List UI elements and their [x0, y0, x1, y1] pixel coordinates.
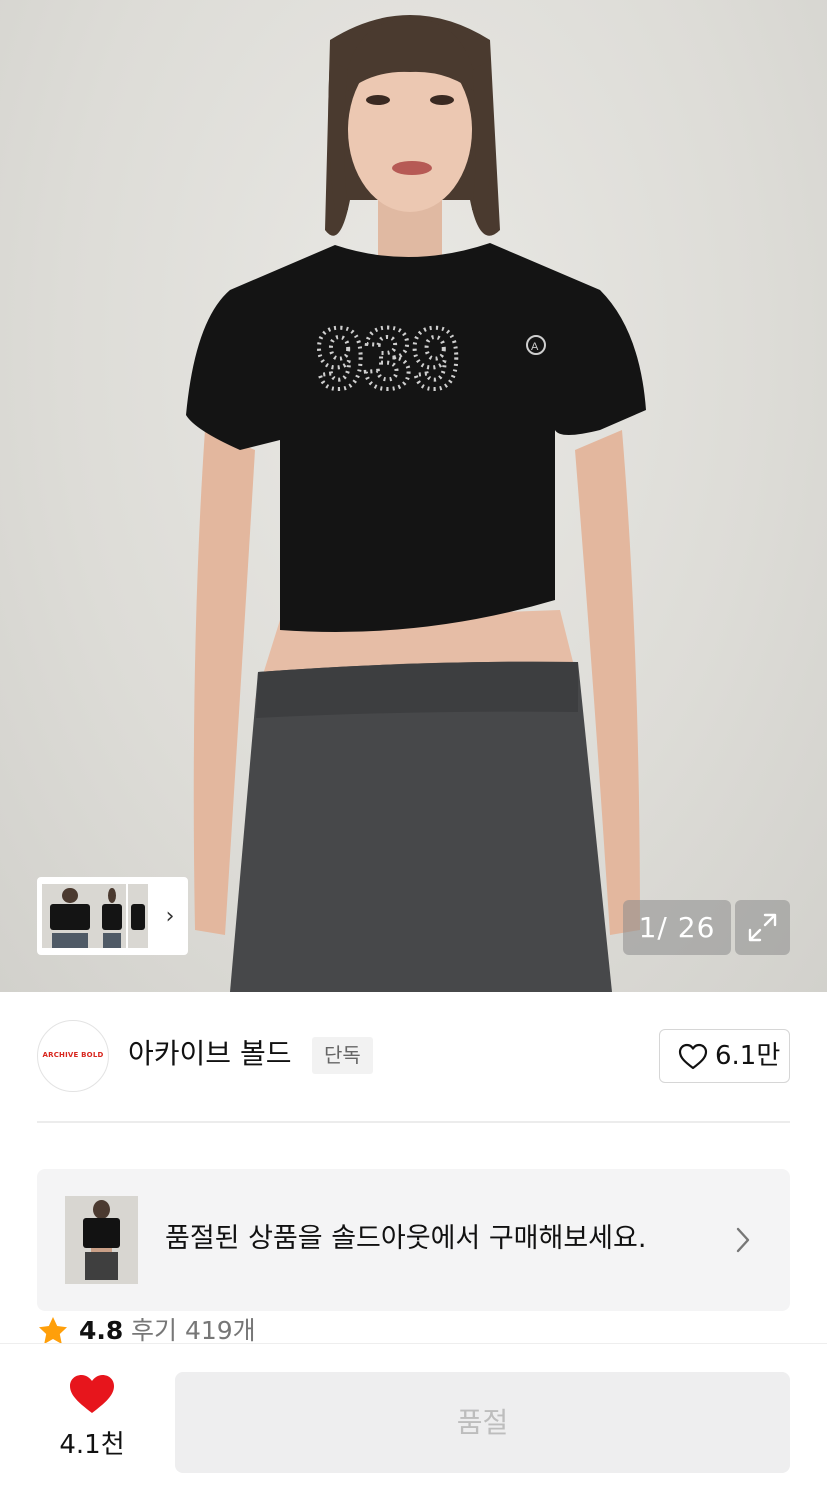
- product-detail-page: 939 A › 1/ 26 ARCHIVE BOLD 아카이브 볼드 단독 6.…: [0, 0, 827, 1500]
- banner-text: 품절된 상품을 솔드아웃에서 구매해보세요.: [165, 1223, 647, 1254]
- thumbnail-2[interactable]: [98, 884, 126, 948]
- svg-text:939: 939: [316, 311, 460, 407]
- brand-like-count: 6.1만: [715, 1041, 781, 1071]
- bottom-action-bar: 4.1천 품절: [0, 1343, 827, 1500]
- svg-text:A: A: [531, 341, 539, 353]
- expand-arrows-icon: [748, 913, 777, 942]
- soldout-button[interactable]: 품절: [175, 1372, 790, 1473]
- thumbnail-1[interactable]: [42, 884, 98, 948]
- thumbnail-3[interactable]: [128, 884, 148, 948]
- product-photo: 939 A: [186, 15, 646, 992]
- expand-image-button[interactable]: [735, 900, 790, 955]
- exclusive-badge: 단독: [312, 1037, 373, 1074]
- brand-like-button[interactable]: 6.1만: [659, 1029, 790, 1083]
- brand-name[interactable]: 아카이브 볼드: [128, 1034, 291, 1074]
- divider: [37, 1121, 790, 1123]
- like-count: 4.1천: [59, 1430, 125, 1460]
- like-toggle-button[interactable]: 4.1천: [50, 1372, 134, 1472]
- banner-product-thumbnail: [65, 1196, 138, 1284]
- soldout-marketplace-banner[interactable]: 품절된 상품을 솔드아웃에서 구매해보세요.: [37, 1169, 790, 1311]
- thumbnail-strip[interactable]: ›: [37, 877, 188, 955]
- chevron-right-icon[interactable]: ›: [160, 905, 180, 929]
- heart-filled-icon: [70, 1375, 114, 1413]
- chevron-right-icon: [736, 1227, 750, 1253]
- image-counter: 1/ 26: [623, 900, 731, 955]
- brand-logo-text: ARCHIVE BOLD: [42, 1051, 104, 1059]
- product-image-gallery[interactable]: 939 A › 1/ 26: [0, 0, 827, 992]
- heart-outline-icon: [678, 1043, 708, 1070]
- brand-logo[interactable]: ARCHIVE BOLD: [37, 1020, 109, 1092]
